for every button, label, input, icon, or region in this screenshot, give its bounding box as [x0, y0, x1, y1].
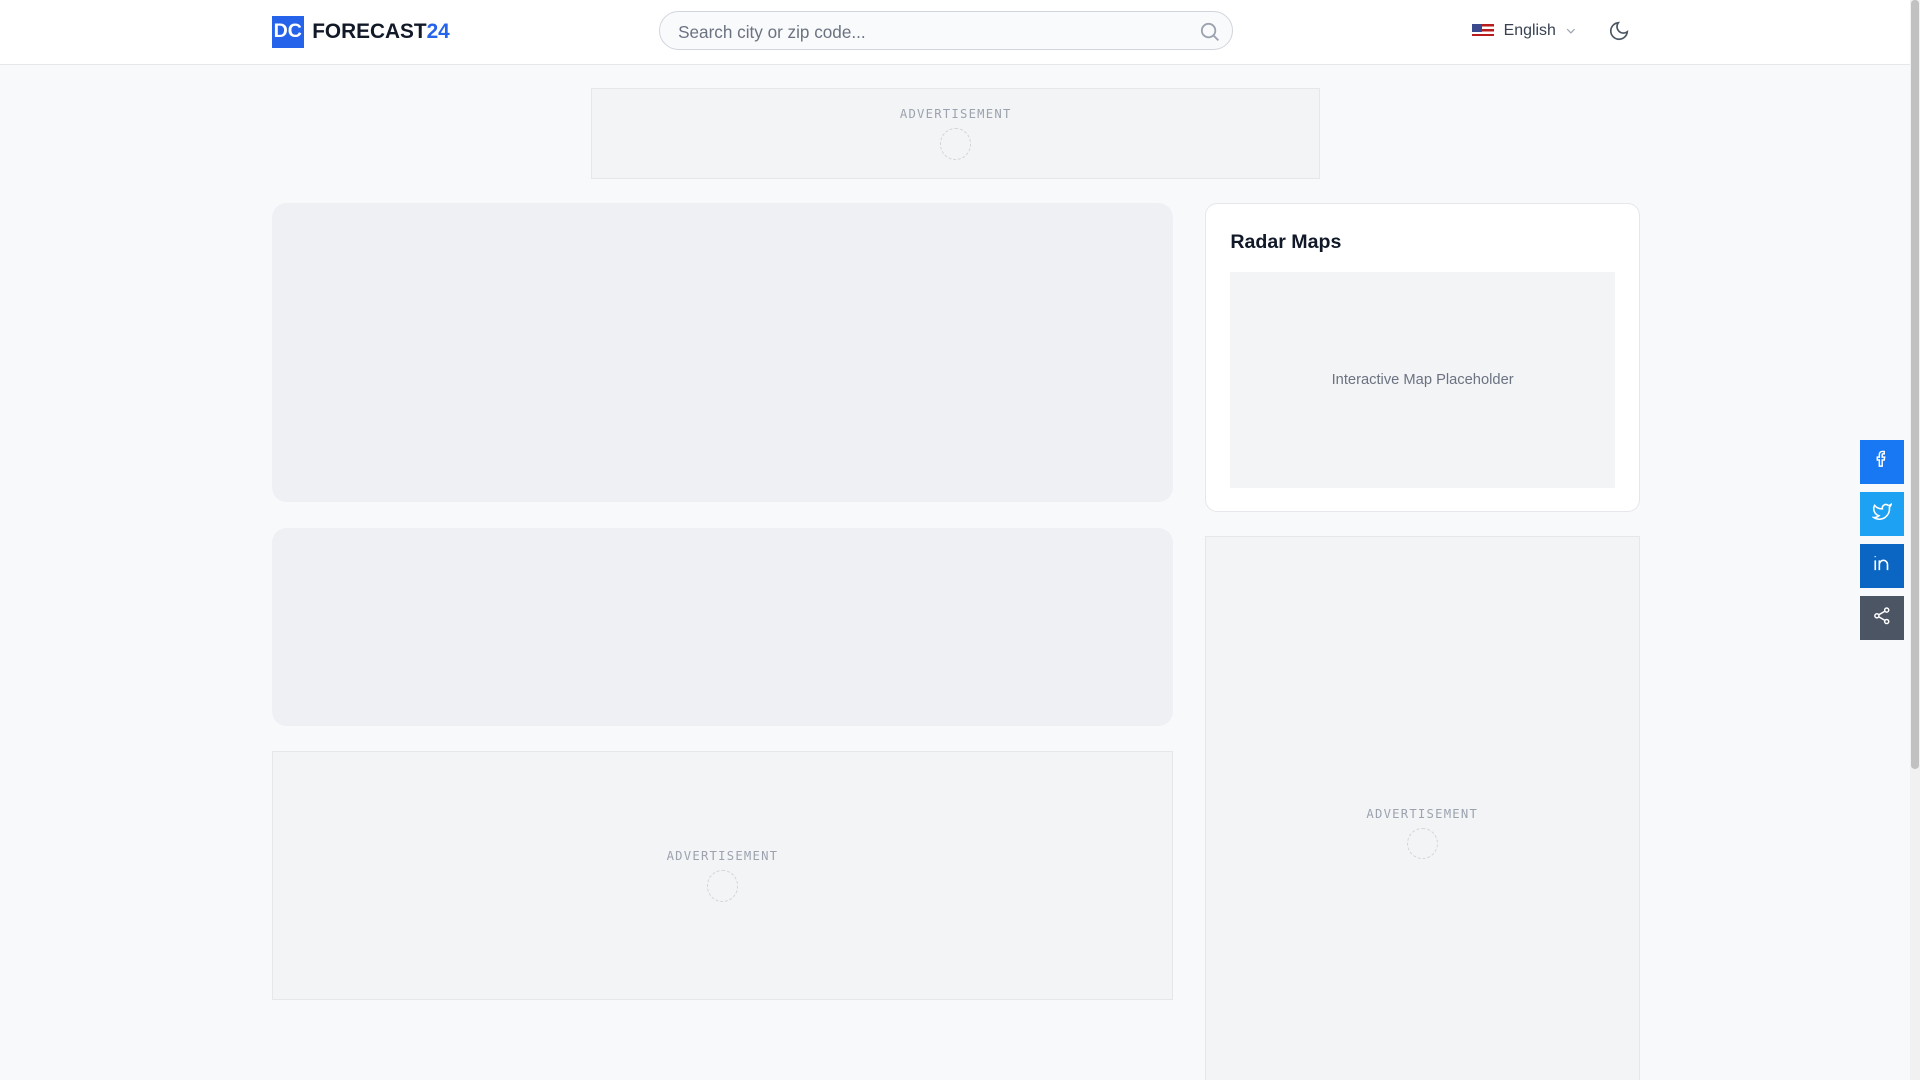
- share-facebook-button[interactable]: [1860, 439, 1905, 484]
- radar-map[interactable]: Interactive Map Placeholder: [1230, 271, 1615, 489]
- logo[interactable]: DC FORECAST 24: [271, 15, 450, 48]
- page: DC FORECAST24 English ADVERTISEMENT ADVE…: [0, 0, 1920, 1080]
- logo-number: 24: [426, 19, 450, 43]
- language-selector[interactable]: English: [1471, 22, 1576, 40]
- scrollbar-thumb[interactable]: [1911, 0, 1919, 769]
- ad-label: ADVERTISEMENT: [666, 849, 779, 864]
- ad-banner-top: ADVERTISEMENT: [591, 88, 1320, 179]
- ad-label: ADVERTISEMENT: [899, 107, 1012, 122]
- header: DC FORECAST24 English: [0, 0, 1911, 65]
- forecast-skeleton: [271, 527, 1174, 727]
- loading-icon: [706, 870, 739, 902]
- share-icon: [1872, 606, 1892, 632]
- current-weather-skeleton: [271, 203, 1174, 503]
- radar-maps-card: Radar Maps Interactive Map Placeholder: [1204, 203, 1640, 512]
- dark-mode-toggle-icon[interactable]: [1608, 20, 1630, 48]
- ad-content: ADVERTISEMENT: [271, 750, 1174, 1001]
- ad-sidebar: ADVERTISEMENT: [1204, 536, 1640, 1080]
- radar-title: Radar Maps: [1230, 231, 1342, 254]
- search-icon[interactable]: [1200, 22, 1220, 48]
- language-label: English: [1503, 22, 1556, 40]
- search-box: [658, 11, 1234, 51]
- ad-label: ADVERTISEMENT: [1366, 806, 1479, 821]
- twitter-icon: [1870, 501, 1893, 528]
- facebook-icon: [1872, 449, 1892, 475]
- logo-text: FORECAST: [312, 19, 427, 43]
- search-input[interactable]: [675, 20, 1183, 45]
- share-linkedin-button[interactable]: [1860, 543, 1905, 588]
- loading-icon: [1406, 828, 1438, 860]
- share-more-button[interactable]: [1860, 596, 1905, 641]
- logo-badge: DC: [271, 15, 304, 48]
- loading-icon: [940, 128, 972, 160]
- map-placeholder-text: Interactive Map Placeholder: [1331, 371, 1514, 388]
- linkedin-icon: [1872, 553, 1892, 579]
- chevron-down-icon: [1566, 22, 1576, 40]
- share-twitter-button[interactable]: [1860, 492, 1905, 537]
- us-flag-icon: [1471, 23, 1494, 39]
